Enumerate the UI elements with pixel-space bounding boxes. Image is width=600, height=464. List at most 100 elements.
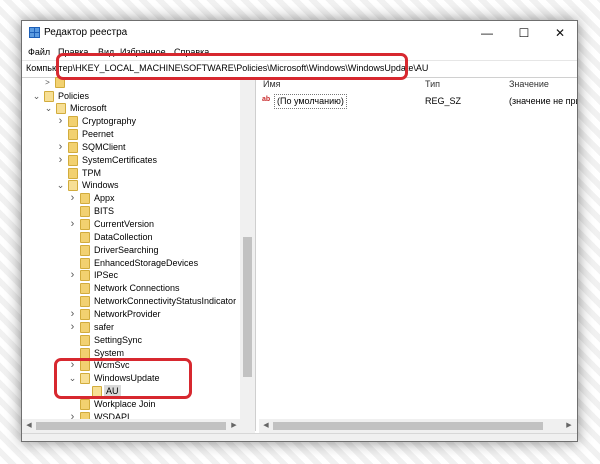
window-title: Редактор реестра (44, 27, 128, 38)
tree-item-label: SQMClient (82, 141, 126, 152)
folder-icon (80, 321, 90, 333)
tree-item-label: NetworkConnectivityStatusIndicator (94, 296, 237, 307)
tree-item-policies[interactable]: ⌄ Policies (22, 90, 242, 103)
menu-view[interactable]: Вид (98, 47, 114, 57)
tree-item-systemcertificates[interactable]: › SystemCertificates (22, 154, 242, 167)
tree-item-label: Windows (82, 180, 119, 191)
tree-vertical-scrollbar[interactable] (240, 77, 255, 419)
tree-item-label: DataCollection (94, 231, 153, 242)
tree-item-windows[interactable]: ⌄ Windows (22, 179, 242, 192)
tree-item-currentversion[interactable]: › CurrentVersion (22, 218, 242, 231)
chevron-down-icon[interactable]: ⌄ (32, 90, 41, 103)
status-bar (22, 433, 577, 441)
scroll-left-icon[interactable]: ◀ (260, 419, 272, 433)
scroll-thumb[interactable] (273, 422, 543, 430)
key-tree: > ⌄ Policies ⌄ Microsoft › Cryptography Peerne… (22, 77, 256, 431)
menu-favorites[interactable]: Избранное (120, 47, 166, 57)
folder-icon (80, 231, 90, 243)
folder-icon (68, 180, 78, 192)
column-name[interactable]: Имя (259, 77, 419, 91)
minimize-button[interactable]: — (469, 21, 505, 45)
close-button[interactable]: ✕ (542, 21, 577, 45)
tree-item-label: IPSec (94, 270, 119, 281)
chevron-right-icon[interactable]: › (56, 115, 65, 128)
tree-item-bits[interactable]: BITS (22, 205, 242, 218)
tree-item-safer[interactable]: › safer (22, 321, 242, 334)
chevron-right-icon[interactable]: › (68, 269, 77, 282)
chevron-right-icon[interactable]: › (68, 321, 77, 334)
tree-item-au[interactable]: AU (22, 385, 242, 399)
folder-icon (80, 296, 90, 308)
tree-item-networkconnectivitystatusindicator[interactable]: NetworkConnectivityStatusIndicator (22, 295, 242, 308)
tree-item-driversearching[interactable]: DriverSearching (22, 244, 242, 257)
tree-item-partial[interactable]: > (22, 77, 242, 89)
tree-item-cryptography[interactable]: › Cryptography (22, 115, 242, 128)
tree-item-appx[interactable]: › Appx (22, 192, 242, 205)
scroll-left-icon[interactable]: ◀ (23, 419, 35, 433)
tree-item-label: EnhancedStorageDevices (94, 257, 199, 268)
folder-icon (80, 270, 90, 282)
tree-item-wcmsvc[interactable]: › WcmSvc (22, 359, 242, 372)
address-path[interactable]: Компьютер\HKEY_LOCAL_MACHINE\SOFTWARE\Po… (26, 63, 428, 73)
folder-icon (80, 373, 90, 385)
chevron-right-icon[interactable]: › (68, 192, 77, 205)
tree-item-tpm[interactable]: TPM (22, 167, 242, 180)
menu-edit[interactable]: Правка (58, 47, 88, 57)
tree-item-label: DriverSearching (94, 244, 159, 255)
folder-icon (80, 308, 90, 320)
folder-icon (56, 103, 66, 115)
tree-item-datacollection[interactable]: DataCollection (22, 231, 242, 244)
tree-item-settingsync[interactable]: SettingSync (22, 334, 242, 347)
tree-item-networkprovider[interactable]: › NetworkProvider (22, 308, 242, 321)
tree-item-system[interactable]: System (22, 347, 242, 360)
tree-horizontal-scrollbar[interactable]: ◀ ▶ (22, 419, 255, 433)
menu-help[interactable]: Справка (174, 47, 209, 57)
tree-item-label: Cryptography (82, 116, 137, 127)
folder-icon (80, 206, 90, 218)
chevron-down-icon[interactable]: ⌄ (68, 372, 77, 385)
value-name[interactable]: (По умолчанию) (274, 94, 347, 109)
tree-item-ipsec[interactable]: › IPSec (22, 269, 242, 282)
maximize-button[interactable]: ☐ (506, 21, 542, 45)
chevron-right-icon[interactable]: › (68, 218, 77, 231)
chevron-right-icon[interactable]: › (68, 308, 77, 321)
chevron-right-icon[interactable]: › (68, 359, 77, 372)
tree-item-windowsupdate[interactable]: ⌄ WindowsUpdate (22, 372, 242, 385)
title-bar[interactable]: Редактор реестра — ☐ ✕ (22, 21, 577, 45)
scroll-right-icon[interactable]: ▶ (228, 419, 240, 433)
tree-item-label: AU (104, 385, 121, 399)
menu-file[interactable]: Файл (28, 47, 50, 57)
values-pane: Имя Тип Значение ab (По умолчанию) REG_S… (259, 77, 577, 431)
tree-item-label: safer (94, 321, 115, 332)
chevron-down-icon[interactable]: ⌄ (56, 179, 65, 192)
tree-item-enhancedstoragedevices[interactable]: EnhancedStorageDevices (22, 257, 242, 270)
tree-item-label: Network Connections (94, 283, 180, 294)
tree-item-label: System (94, 347, 125, 358)
tree-item-network-connections[interactable]: Network Connections (22, 282, 242, 295)
registry-editor-window: Редактор реестра — ☐ ✕ Файл Правка Вид И… (21, 20, 578, 442)
tree-item-label: SettingSync (94, 334, 143, 345)
chevron-right-icon[interactable]: › (56, 141, 65, 154)
tree-item-sqmclient[interactable]: › SQMClient (22, 141, 242, 154)
folder-icon (80, 283, 90, 295)
chevron-right-icon[interactable]: › (56, 154, 65, 167)
folder-icon (80, 334, 90, 346)
folder-icon (80, 347, 90, 359)
string-value-icon: ab (262, 96, 271, 103)
scroll-right-icon[interactable]: ▶ (563, 419, 575, 433)
scroll-thumb[interactable] (243, 237, 252, 377)
folder-icon (55, 77, 65, 88)
values-horizontal-scrollbar[interactable]: ◀ ▶ (259, 419, 577, 433)
tree-item-workplace-join[interactable]: Workplace Join (22, 398, 242, 411)
column-value[interactable]: Значение (505, 77, 577, 91)
tree-item-label: NetworkProvider (94, 308, 161, 319)
tree-item-label: Workplace Join (94, 398, 156, 409)
tree-item-label: Peernet (82, 129, 114, 140)
folder-icon (68, 167, 78, 179)
address-bar[interactable]: Компьютер\HKEY_LOCAL_MACHINE\SOFTWARE\Po… (22, 60, 577, 78)
scroll-thumb[interactable] (36, 422, 226, 430)
tree-item-peernet[interactable]: Peernet (22, 128, 242, 141)
column-type[interactable]: Тип (421, 77, 505, 91)
chevron-down-icon[interactable]: ⌄ (44, 102, 53, 115)
tree-item-microsoft[interactable]: ⌄ Microsoft (22, 102, 242, 115)
